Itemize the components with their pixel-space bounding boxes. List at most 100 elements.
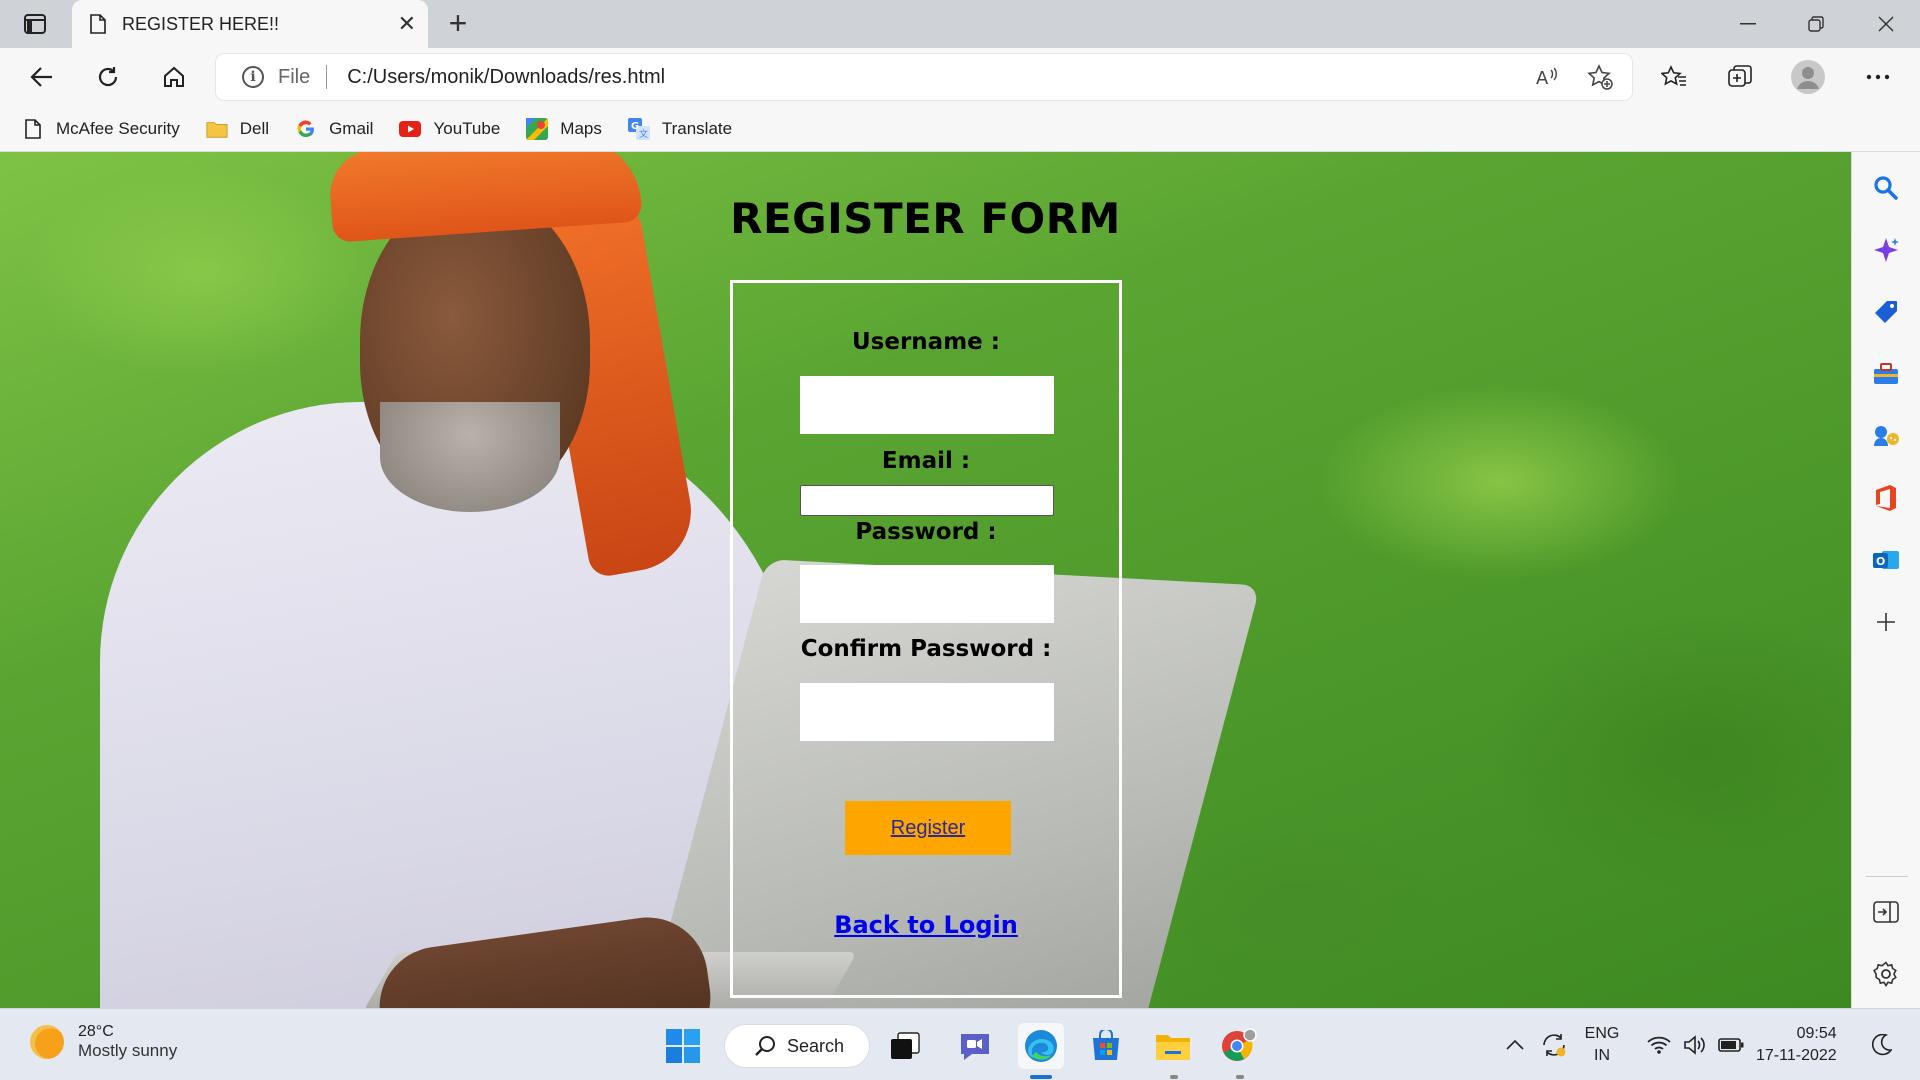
clock-time: 09:54 (1796, 1025, 1837, 1042)
collections-icon (1728, 65, 1752, 87)
office-icon[interactable] (1870, 482, 1902, 514)
refresh-button[interactable] (90, 59, 126, 95)
favorite-label: Translate (661, 118, 733, 138)
favorite-label: McAfee Security (56, 118, 180, 138)
clock[interactable]: 09:54 17-11-2022 (1756, 1023, 1837, 1067)
split-screen-icon[interactable] (1870, 896, 1902, 928)
close-window-button[interactable] (1852, 0, 1920, 48)
settings-and-more-button[interactable] (1860, 59, 1896, 95)
page-content: REGISTER FORM Username : Email : Passwor… (0, 152, 1851, 1008)
notification-center-button[interactable] (1862, 1009, 1902, 1080)
edge-icon (1025, 1030, 1057, 1062)
navigation-bar: i File C:/Users/monik/Downloads/res.html… (0, 48, 1920, 106)
chrome-taskbar-button[interactable] (1216, 1023, 1262, 1069)
taskbar-search-label: Search (787, 1035, 845, 1056)
speaker-icon (1684, 1035, 1705, 1055)
sync-status-button[interactable] (1534, 1009, 1574, 1080)
site-info-icon[interactable]: i (242, 66, 264, 88)
password-label: Password : (855, 519, 997, 545)
tab-close-icon[interactable]: ✕ (398, 13, 416, 35)
battery-button[interactable] (1714, 1009, 1748, 1080)
document-icon (22, 118, 44, 140)
avatar-icon (1791, 60, 1825, 94)
password-field[interactable] (800, 565, 1054, 623)
tab-actions-button[interactable] (16, 8, 54, 40)
minimize-button[interactable] (1714, 0, 1782, 48)
sidebar-divider (1866, 876, 1908, 877)
task-view-button[interactable] (882, 1023, 928, 1069)
username-label: Username : (852, 329, 1000, 355)
close-icon (1878, 16, 1894, 32)
teams-chat-button[interactable] (952, 1023, 998, 1069)
wifi-button[interactable] (1642, 1009, 1676, 1080)
confirm-password-field[interactable] (800, 683, 1054, 741)
copilot-icon[interactable] (1870, 234, 1902, 266)
email-field[interactable] (800, 485, 1054, 516)
svg-text:G: G (631, 121, 639, 132)
folder-icon (1156, 1035, 1190, 1060)
url-text[interactable]: C:/Users/monik/Downloads/res.html (347, 66, 1528, 89)
start-button[interactable] (660, 1023, 706, 1069)
show-hidden-icons-button[interactable] (1500, 1009, 1530, 1080)
back-button[interactable] (24, 59, 60, 95)
clock-date: 17-11-2022 (1756, 1047, 1837, 1064)
favorite-maps[interactable]: Maps (526, 117, 602, 140)
favorites-button[interactable] (1656, 59, 1692, 95)
more-dots-icon (1866, 74, 1890, 80)
tab-title: REGISTER HERE!! (122, 13, 280, 34)
add-favorite-icon[interactable] (1580, 57, 1620, 97)
favorite-label: Gmail (329, 118, 374, 138)
restore-icon (1808, 16, 1824, 32)
battery-icon (1718, 1038, 1744, 1052)
edge-active-indicator (1030, 1075, 1052, 1079)
chat-icon (961, 1034, 989, 1060)
favorite-dell[interactable]: Dell (206, 118, 269, 140)
taskbar-search[interactable]: Search (724, 1024, 870, 1068)
language-indicator[interactable]: ENG IN (1580, 1009, 1624, 1080)
favorite-mcafee[interactable]: McAfee Security (22, 118, 180, 140)
back-arrow-icon (30, 67, 52, 87)
youtube-icon (399, 118, 422, 140)
outlook-icon[interactable]: O (1870, 544, 1902, 576)
maps-icon (526, 117, 549, 140)
settings-icon[interactable] (1870, 958, 1902, 990)
svg-text:O: O (1876, 555, 1885, 568)
edge-taskbar-button[interactable] (1018, 1023, 1064, 1069)
add-icon[interactable] (1870, 606, 1902, 638)
restore-button[interactable] (1782, 0, 1850, 48)
browser-tab-active[interactable]: REGISTER HERE!! ✕ (72, 0, 428, 48)
weather-widget[interactable]: 28°C Mostly sunny (30, 1023, 177, 1061)
favorite-translate[interactable]: G文 Translate (627, 117, 733, 140)
tools-icon[interactable] (1870, 358, 1902, 390)
read-aloud-icon[interactable]: A (1528, 57, 1568, 97)
refresh-icon (98, 67, 118, 87)
volume-button[interactable] (1678, 1009, 1712, 1080)
search-icon[interactable] (1870, 172, 1902, 204)
translate-icon: G文 (627, 117, 650, 140)
file-explorer-button[interactable] (1150, 1023, 1196, 1069)
username-field[interactable] (800, 376, 1054, 434)
back-to-login-link[interactable]: Back to Login (733, 911, 1119, 939)
chrome-running-indicator (1236, 1075, 1244, 1079)
collections-button[interactable] (1722, 59, 1758, 95)
favorite-youtube[interactable]: YouTube (399, 118, 500, 140)
chrome-icon (1222, 1028, 1257, 1061)
page-document-icon (90, 14, 106, 34)
favorite-gmail[interactable]: Gmail (295, 118, 373, 140)
profile-button[interactable] (1790, 59, 1826, 95)
register-button[interactable]: Register (845, 801, 1011, 855)
taskbar: 28°C Mostly sunny Search ENG IN 09:54 17… (0, 1008, 1920, 1080)
new-tab-button[interactable]: + (442, 7, 474, 40)
weather-temperature: 28°C (78, 1023, 114, 1040)
tab-actions-icon (24, 14, 46, 34)
tab-strip: REGISTER HERE!! ✕ + (0, 0, 1920, 48)
address-bar[interactable]: i File C:/Users/monik/Downloads/res.html… (216, 54, 1632, 100)
games-icon[interactable] (1870, 420, 1902, 452)
favorites-bar: McAfee Security Dell Gmail YouTube Maps … (0, 106, 1920, 152)
home-button[interactable] (156, 59, 192, 95)
store-icon (1093, 1030, 1119, 1060)
microsoft-store-button[interactable] (1083, 1023, 1129, 1069)
wifi-icon (1647, 1036, 1671, 1054)
favorite-label: YouTube (433, 118, 501, 138)
shopping-tag-icon[interactable] (1870, 296, 1902, 328)
